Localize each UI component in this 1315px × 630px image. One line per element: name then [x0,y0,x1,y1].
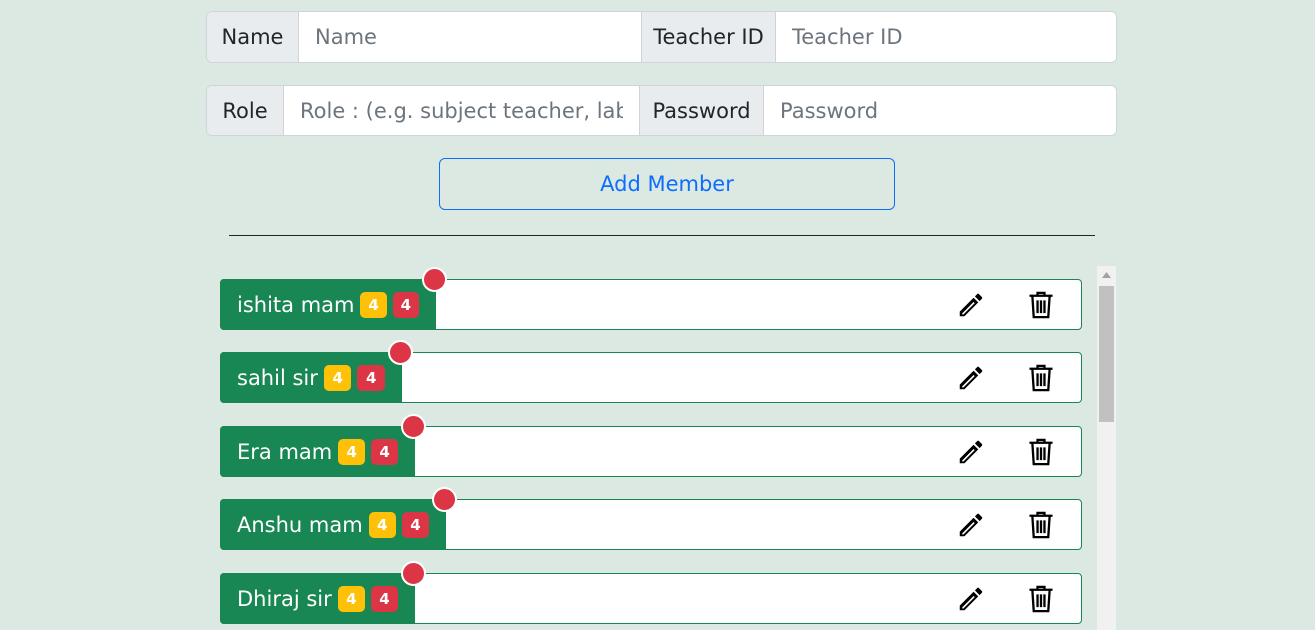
member-name: Era mam [237,439,333,464]
member-name: sahil sir [237,365,318,390]
member-name: Dhiraj sir [237,586,332,611]
member-row: Anshu mam 4 4 [220,487,1082,550]
pencil-icon[interactable] [955,289,987,321]
password-input[interactable] [764,86,1116,135]
scroll-up-arrow-icon[interactable] [1097,266,1116,283]
role-label: Role [207,86,284,135]
red-count-badge: 4 [371,438,398,465]
name-teacher-id-group: Name Teacher ID [206,11,1117,63]
red-count-badge: 4 [392,291,419,318]
trash-icon[interactable] [1025,362,1057,394]
add-member-button[interactable]: Add Member [439,158,895,210]
yellow-count-badge: 4 [360,291,387,318]
trash-icon[interactable] [1025,583,1057,615]
pencil-icon[interactable] [955,436,987,468]
page: Name Teacher ID Role Password Add Member… [0,0,1315,630]
divider [229,235,1095,236]
trash-icon[interactable] [1025,289,1057,321]
name-label: Name [207,12,299,62]
yellow-count-badge: 4 [368,511,396,538]
member-list: ishita mam 4 4 sahil sir 4 4 Era mam 4 4… [220,266,1116,630]
scrollbar-thumb[interactable] [1099,286,1114,422]
name-input[interactable] [299,12,641,62]
list-scrollbar[interactable] [1097,266,1116,630]
pencil-icon[interactable] [955,509,987,541]
member-tag[interactable]: Dhiraj sir 4 4 [220,573,415,624]
password-label: Password [639,86,764,135]
yellow-count-badge: 4 [337,585,365,612]
member-row: ishita mam 4 4 [220,267,1082,330]
red-count-badge: 4 [370,585,398,612]
member-name: Anshu mam [237,512,363,537]
member-tag[interactable]: Era mam 4 4 [220,426,415,477]
notification-dot [422,267,447,292]
member-tag[interactable]: sahil sir 4 4 [220,352,402,403]
red-count-badge: 4 [401,511,429,538]
pencil-icon[interactable] [955,362,987,394]
trash-icon[interactable] [1025,509,1057,541]
member-tag[interactable]: ishita mam 4 4 [220,279,436,330]
notification-dot [388,340,413,365]
member-row: sahil sir 4 4 [220,340,1082,403]
red-count-badge: 4 [357,364,385,391]
notification-dot [401,561,426,586]
member-row: Era mam 4 4 [220,414,1082,477]
yellow-count-badge: 4 [323,364,352,391]
member-row: Dhiraj sir 4 4 [220,561,1082,624]
role-password-group: Role Password [206,85,1117,136]
notification-dot [401,414,426,439]
role-input[interactable] [284,86,639,135]
teacher-id-input[interactable] [776,12,1116,62]
yellow-count-badge: 4 [338,438,366,465]
member-name: ishita mam [237,292,355,317]
pencil-icon[interactable] [955,583,987,615]
trash-icon[interactable] [1025,436,1057,468]
member-tag[interactable]: Anshu mam 4 4 [220,499,446,550]
teacher-id-label: Teacher ID [641,12,776,62]
notification-dot [432,487,457,512]
